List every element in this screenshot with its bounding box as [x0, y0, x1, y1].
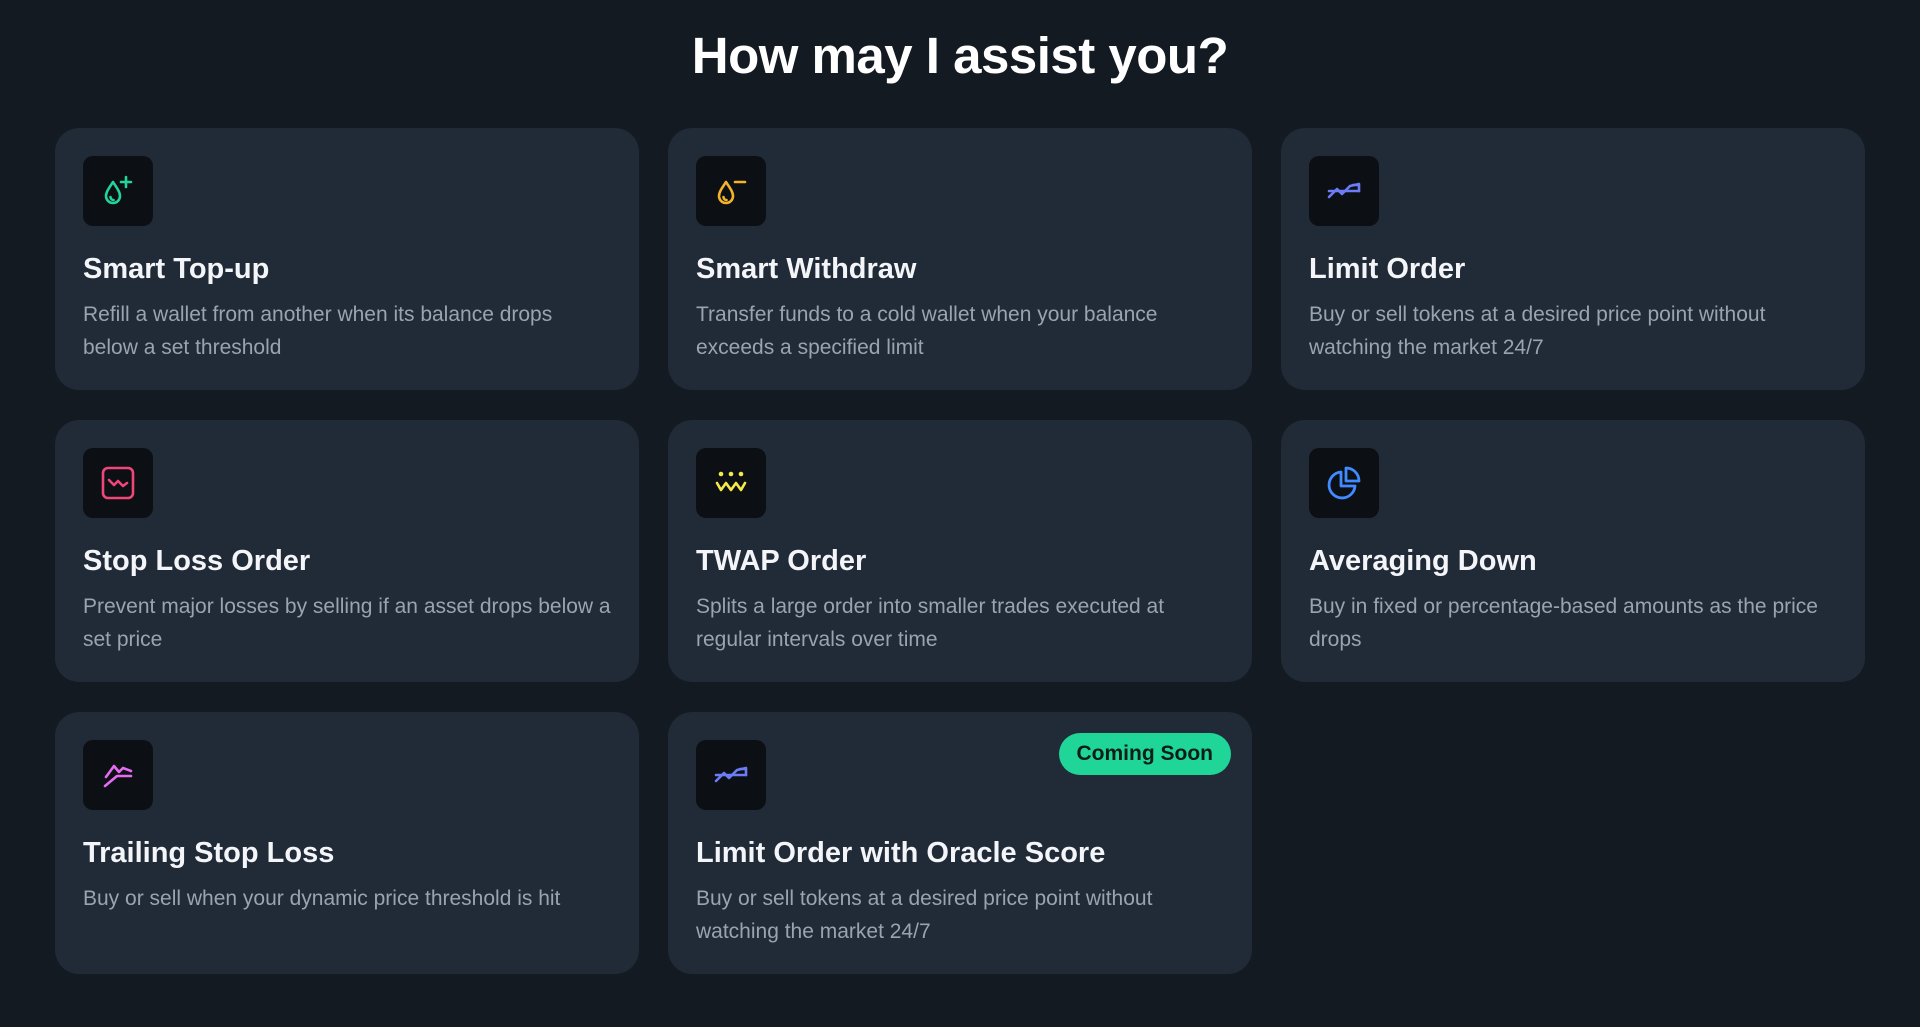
card-limit-order[interactable]: Limit Order Buy or sell tokens at a desi… [1281, 128, 1865, 390]
card-description: Buy or sell when your dynamic price thre… [83, 887, 561, 910]
card-title: Smart Withdraw [696, 253, 917, 285]
card-title: Trailing Stop Loss [83, 837, 335, 869]
card-title: TWAP Order [696, 545, 867, 577]
card-description: Buy or sell tokens at a desired price po… [696, 887, 1153, 943]
card-description: Transfer funds to a cold wallet when you… [696, 303, 1158, 359]
card-smart-top-up[interactable]: Smart Top-up Refill a wallet from anothe… [55, 128, 639, 390]
trail-line-icon [83, 740, 153, 810]
card-smart-withdraw[interactable]: Smart Withdraw Transfer funds to a cold … [668, 128, 1252, 390]
page: How may I assist you? Smart Top-up Refil… [0, 0, 1920, 1027]
card-averaging-down[interactable]: Averaging Down Buy in fixed or percentag… [1281, 420, 1865, 682]
trend-cross-icon [1309, 156, 1379, 226]
card-title: Limit Order [1309, 253, 1466, 285]
card-description: Prevent major losses by selling if an as… [83, 595, 611, 651]
card-description: Buy or sell tokens at a desired price po… [1309, 303, 1766, 359]
card-title: Averaging Down [1309, 545, 1537, 577]
automation-grid: Smart Top-up Refill a wallet from anothe… [55, 128, 1865, 974]
card-description: Splits a large order into smaller trades… [696, 595, 1165, 651]
dots-zigzag-icon [696, 448, 766, 518]
card-limit-order-oracle-score[interactable]: Coming Soon Limit Order with Oracle Scor… [668, 712, 1252, 974]
drop-plus-icon [83, 156, 153, 226]
chart-down-icon [83, 448, 153, 518]
coming-soon-badge: Coming Soon [1058, 733, 1231, 775]
trend-cross-icon [696, 740, 766, 810]
drop-minus-icon [696, 156, 766, 226]
pie-chart-icon [1309, 448, 1379, 518]
card-title: Smart Top-up [83, 253, 270, 285]
card-twap-order[interactable]: TWAP Order Splits a large order into sma… [668, 420, 1252, 682]
page-title: How may I assist you? [691, 27, 1229, 84]
card-stop-loss-order[interactable]: Stop Loss Order Prevent major losses by … [55, 420, 639, 682]
card-title: Stop Loss Order [83, 545, 311, 577]
card-description: Refill a wallet from another when its ba… [83, 303, 553, 359]
card-trailing-stop-loss[interactable]: Trailing Stop Loss Buy or sell when your… [55, 712, 639, 974]
card-title: Limit Order with Oracle Score [696, 837, 1106, 869]
card-description: Buy in fixed or percentage-based amounts… [1309, 595, 1818, 651]
